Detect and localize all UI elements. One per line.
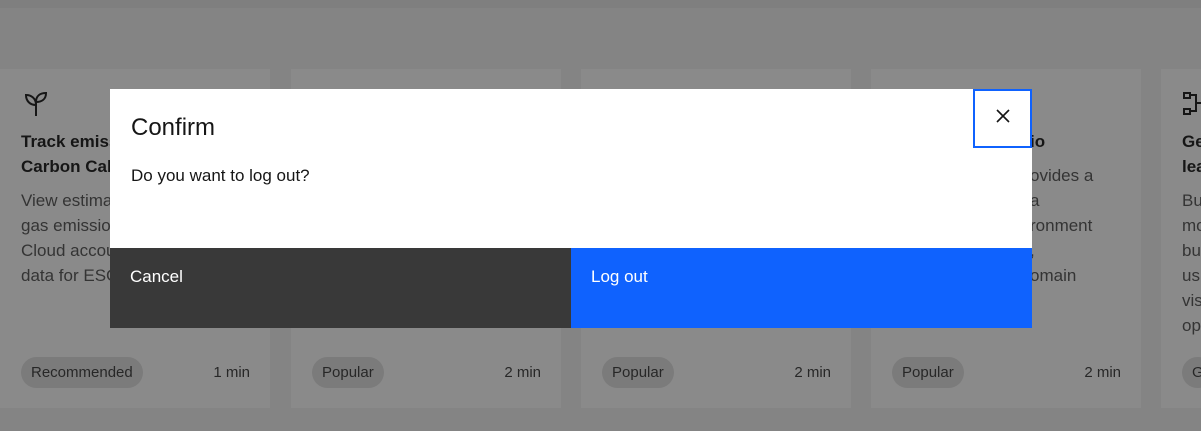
- modal-body: Do you want to log out?: [131, 166, 310, 185]
- close-button[interactable]: [973, 89, 1032, 148]
- close-icon: [995, 108, 1011, 129]
- page: Track emissions with Carbon Calculator V…: [0, 0, 1201, 431]
- cancel-button[interactable]: Cancel: [110, 248, 571, 328]
- logout-confirm-modal: Confirm Do you want to log out? Cancel L…: [110, 89, 1032, 328]
- modal-title: Confirm: [131, 114, 216, 141]
- log-out-button[interactable]: Log out: [571, 248, 1032, 328]
